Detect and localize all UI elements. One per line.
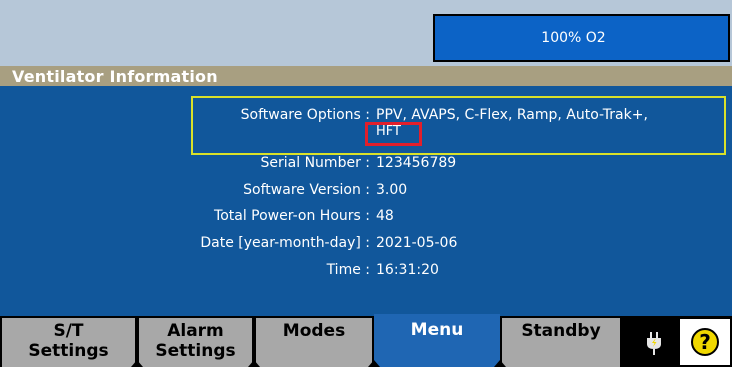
tab-alarm-settings[interactable]: Alarm Settings [137,316,254,367]
o2-label: 100% O2 [541,30,606,46]
section-title: Ventilator Information [12,67,218,86]
serial-number-value: 123456789 [376,155,457,171]
tab-notch [368,360,380,367]
tab-st-line2: Settings [28,341,109,361]
o2-button[interactable]: 100% O2 [433,14,730,62]
software-options-label: Software Options : [240,107,370,123]
tab-menu-label: Menu [410,320,464,340]
tab-standby[interactable]: Standby [500,316,622,367]
software-options-value: PPV, AVAPS, C-Flex, Ramp, Auto-Trak+, [376,107,648,123]
tab-standby-label: Standby [521,321,601,341]
tab-modes-label: Modes [282,321,346,341]
software-options-highlight [191,96,726,155]
time-value: 16:31:20 [376,262,439,278]
help-glyph: ? [699,330,711,354]
date-label: Date [year-month-day] : [200,235,370,251]
software-options-value-line2: HFT [376,124,401,139]
ac-power-plug-icon [647,332,661,355]
tab-st-line1: S/T [53,321,84,341]
software-version-value: 3.00 [376,182,408,198]
date-value: 2021-05-06 [376,235,458,251]
power-on-hours-label: Total Power-on Hours : [214,208,370,224]
tab-alarm-line1: Alarm [167,321,224,341]
tab-notch [131,360,143,367]
tab-alarm-line2: Settings [155,341,236,361]
help-button[interactable]: ? [678,317,732,367]
tab-menu[interactable]: Menu [374,314,500,367]
tab-notch [248,360,260,367]
time-label: Time : [326,262,370,278]
tab-st-settings[interactable]: S/T Settings [0,316,137,367]
tab-modes[interactable]: Modes [254,316,374,367]
tab-notch [494,360,506,367]
serial-number-label: Serial Number : [260,155,370,171]
power-on-hours-value: 48 [376,208,394,224]
software-version-label: Software Version : [243,182,370,198]
help-icon: ? [691,328,719,356]
